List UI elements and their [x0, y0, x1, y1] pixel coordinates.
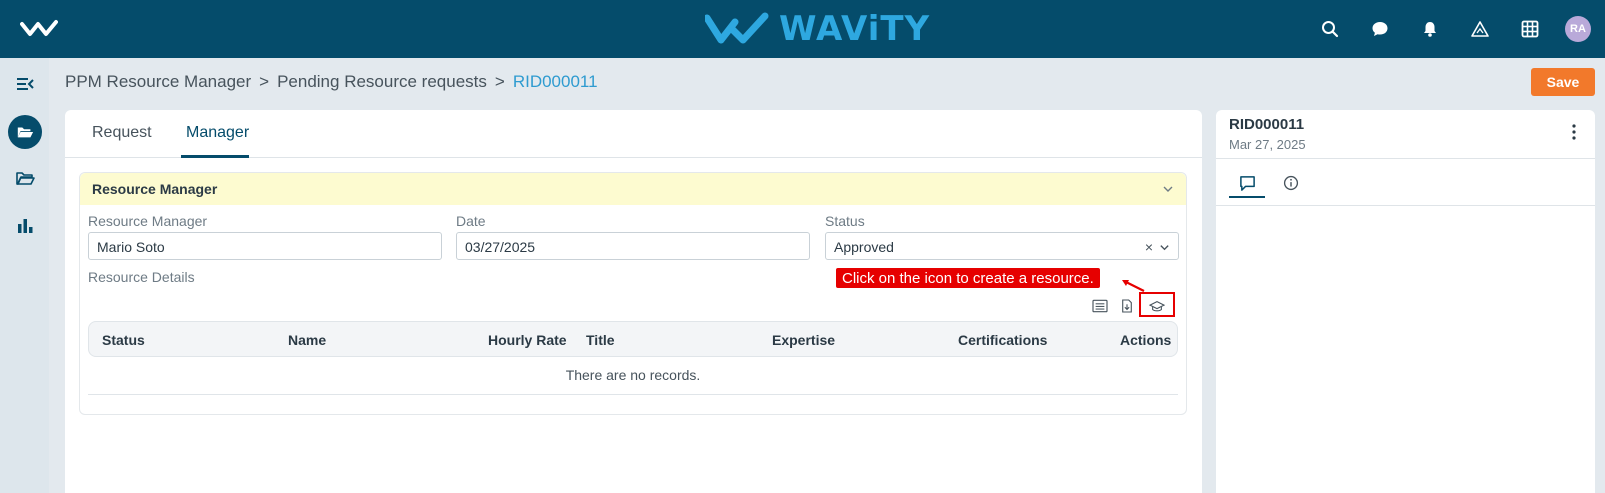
right-panel: RID000011 Mar 27, 2025	[1216, 110, 1595, 493]
status-label: Status	[825, 213, 865, 229]
column-actions: Actions	[1120, 332, 1172, 348]
apps-triangle-icon[interactable]	[1465, 14, 1495, 44]
brand-name: WAViTY	[779, 9, 931, 49]
collapse-menu-icon[interactable]	[0, 66, 49, 102]
bell-icon[interactable]	[1415, 14, 1445, 44]
export-file-icon[interactable]	[1117, 297, 1137, 315]
chat-icon[interactable]	[1365, 14, 1395, 44]
chevron-down-icon[interactable]	[1162, 183, 1174, 195]
more-options-icon[interactable]	[1567, 122, 1581, 142]
folder-open-nav[interactable]	[0, 114, 49, 150]
brand-mark-icon	[705, 12, 769, 44]
resource-table: Status Name Hourly Rate Title Expertise …	[88, 321, 1178, 395]
comment-icon[interactable]	[1229, 170, 1265, 196]
breadcrumb-separator: >	[259, 72, 270, 91]
date-label: Date	[456, 213, 486, 229]
save-button[interactable]: Save	[1531, 68, 1595, 96]
avatar[interactable]: RA	[1565, 16, 1591, 42]
home-logo-icon[interactable]	[20, 18, 58, 40]
active-tab-indicator	[1229, 196, 1265, 198]
grid-icon[interactable]	[1515, 14, 1545, 44]
table-header: Status Name Hourly Rate Title Expertise …	[88, 321, 1178, 357]
top-bar: WAViTY RA	[0, 0, 1605, 58]
breadcrumb: PPM Resource Manager > Pending Resource …	[65, 72, 598, 92]
empty-state: There are no records.	[88, 357, 1178, 395]
tab-request[interactable]: Request	[92, 124, 152, 142]
column-expertise[interactable]: Expertise	[772, 332, 835, 348]
record-id: RID000011	[1229, 116, 1305, 133]
left-rail	[0, 58, 49, 493]
hint-tooltip: Click on the icon to create a resource.	[836, 268, 1100, 288]
column-title[interactable]: Title	[586, 332, 615, 348]
section-title: Resource Manager	[92, 181, 218, 197]
tab-manager[interactable]: Manager	[186, 124, 249, 142]
chevron-down-icon[interactable]	[1159, 242, 1170, 253]
folder-open-icon	[7, 115, 42, 149]
tab-bar: Request Manager	[65, 110, 1202, 158]
column-name[interactable]: Name	[288, 332, 326, 348]
column-hourly-rate[interactable]: Hourly Rate	[488, 332, 567, 348]
resource-details-label: Resource Details	[88, 269, 195, 285]
status-select[interactable]: Approved ×	[825, 232, 1179, 260]
record-date: Mar 27, 2025	[1229, 137, 1306, 152]
list-view-icon[interactable]	[1090, 297, 1110, 315]
column-certifications[interactable]: Certifications	[958, 332, 1047, 348]
resource-manager-label: Resource Manager	[88, 213, 208, 229]
resource-manager-field[interactable]: Mario Soto	[88, 232, 442, 260]
search-icon[interactable]	[1315, 14, 1345, 44]
breadcrumb-item-ppm-resource-manager[interactable]: PPM Resource Manager	[65, 72, 251, 92]
folder-icon[interactable]	[0, 161, 49, 197]
breadcrumb-item-current: RID000011	[512, 72, 598, 91]
divider	[1216, 205, 1595, 206]
status-value: Approved	[834, 239, 894, 255]
breadcrumb-separator: >	[494, 72, 505, 91]
column-status[interactable]: Status	[102, 332, 145, 348]
info-icon[interactable]	[1273, 170, 1309, 196]
section-header[interactable]: Resource Manager	[80, 173, 1186, 205]
active-tab-indicator	[181, 155, 249, 158]
date-field[interactable]: 03/27/2025	[456, 232, 810, 260]
clear-icon[interactable]: ×	[1145, 239, 1153, 255]
divider	[1216, 158, 1595, 159]
breadcrumb-item-pending-requests[interactable]: Pending Resource requests	[277, 72, 487, 92]
bar-chart-icon[interactable]	[0, 208, 49, 244]
main-card: Request Manager Resource Manager	[65, 110, 1202, 493]
highlight-box	[1139, 292, 1175, 317]
brand-logo: WAViTY	[705, 9, 931, 49]
